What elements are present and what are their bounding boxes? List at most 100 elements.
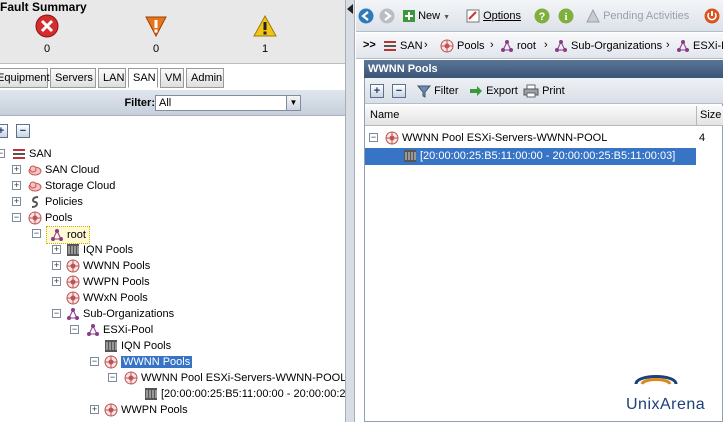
column-divider[interactable] [696,106,697,126]
filter-button[interactable]: Filter [416,83,459,99]
tab-admin[interactable]: Admin [186,68,224,88]
collapse-toggle-icon[interactable]: − [90,357,99,366]
print-button[interactable]: Print [523,83,565,99]
org-icon [677,40,689,52]
exit-button[interactable] [704,8,720,24]
block-icon [404,150,416,163]
panel-toolbar: + − Filter Export Print [365,78,723,104]
san-icon [384,41,396,51]
san-icon [13,149,25,160]
expand-toggle-icon[interactable]: + [12,197,21,206]
filter-label: Filter: [124,97,155,109]
breadcrumb-item-root[interactable]: root [500,39,536,53]
watermark-text: UnixArena [626,396,706,413]
breadcrumb-separator: › [666,39,670,51]
expand-toggle-icon[interactable]: + [12,181,21,190]
cloud-icon [28,181,42,192]
pane-splitter[interactable] [345,0,355,422]
expand-all-button[interactable]: + [370,84,384,98]
collapse-toggle-icon[interactable]: − [32,229,41,238]
collapse-toggle-icon[interactable]: − [52,309,61,318]
breadcrumb-label: Sub-Organizations [571,39,663,52]
expand-toggle-icon[interactable]: + [52,277,61,286]
svg-text:i: i [564,11,567,23]
collapse-toggle-icon[interactable]: − [12,213,21,222]
breadcrumb-item-san[interactable]: SAN [383,39,423,53]
collapse-all-button[interactable]: − [392,84,406,98]
table-row-selected[interactable]: [20:00:00:25:B5:11:00:00 - 20:00:00:25:B… [365,148,696,165]
column-header-size[interactable]: Size [700,109,721,121]
help-button[interactable]: ? [534,8,550,24]
export-icon [470,86,482,97]
collapse-left-arrow-icon[interactable] [347,4,353,14]
org-icon [67,308,79,321]
breadcrumb-item-esxi-pool[interactable]: ESXi-P [676,39,723,53]
content-pane: New ▼ Options ? i Pending Activities >> … [356,0,723,422]
tree-item-label: ESXi-Pool [103,324,154,336]
svg-text:?: ? [539,11,546,23]
tree-item-label: Storage Cloud [45,180,116,192]
expand-all-button[interactable]: + [0,124,8,138]
tab-lan[interactable]: LAN [98,68,126,88]
minor-fault-count: 1 [261,43,269,55]
warning-icon [586,8,600,23]
panel-title: WWNN Pools [364,60,723,78]
fault-major[interactable]: 0 [141,14,171,55]
expand-toggle-icon[interactable]: + [52,245,61,254]
column-header-name[interactable]: Name [370,109,399,121]
table-row[interactable]: − WWNN Pool ESXi-Servers-WWNN-POOL 4 [365,130,723,147]
collapse-toggle-icon[interactable]: − [0,149,5,158]
navigation-pane: Fault Summary 0 0 1 Equipment Servers LA… [0,0,345,422]
dropdown-arrow-icon: ▼ [443,14,451,21]
printer-icon [523,84,539,98]
tab-san[interactable]: SAN [128,68,158,88]
chevron-down-icon[interactable]: ▼ [286,96,300,110]
options-button-label: Options [483,10,521,22]
tree-item-label: Pools [45,212,73,224]
fault-critical[interactable]: 0 [32,14,62,55]
main-toolbar: New ▼ Options ? i Pending Activities [356,0,723,32]
policies-icon [31,196,39,209]
print-button-label: Print [542,85,565,97]
filter-select[interactable]: All ▼ [155,95,301,111]
back-button[interactable] [358,8,374,24]
fault-minor[interactable]: 1 [250,14,280,55]
expand-toggle-icon[interactable]: + [52,261,61,270]
options-icon [466,9,480,23]
pool-icon [66,291,80,305]
tree-item-label: IQN Pools [83,244,134,256]
tab-equipment[interactable]: Equipment [0,68,50,88]
exit-icon [704,8,720,24]
iqn-pool-icon [67,244,79,257]
collapse-all-button[interactable]: − [16,124,30,138]
forward-button[interactable] [379,8,395,24]
row-name: [20:00:00:25:B5:11:00:00 - 20:00:00:25:B… [420,150,676,162]
collapse-toggle-icon[interactable]: − [108,373,117,382]
new-button[interactable]: New ▼ [403,8,450,24]
info-button[interactable]: i [558,8,574,24]
fault-summary-panel: Fault Summary 0 0 1 [0,0,345,64]
collapse-toggle-icon[interactable]: − [70,325,79,334]
pending-activities-button[interactable]: Pending Activities [586,8,689,24]
pool-icon [66,259,80,273]
forward-arrow-icon [379,8,395,24]
filter-button-label: Filter [434,85,459,97]
new-button-label: New [418,10,441,22]
breadcrumb-separator: › [424,39,428,51]
expand-toggle-icon[interactable]: + [90,405,99,414]
export-button[interactable]: Export [469,83,518,99]
tree-item-label: WWPN Pools [83,276,150,288]
iqn-pool-icon [105,340,117,353]
breadcrumb-item-sub-organizations[interactable]: Sub-Organizations [554,39,662,53]
breadcrumb-prefix: >> [363,39,376,51]
options-button[interactable]: Options [466,8,521,24]
expand-toggle-icon[interactable]: + [12,165,21,174]
tab-servers[interactable]: Servers [50,68,96,88]
breadcrumb-item-pools[interactable]: Pools [440,39,485,53]
watermark-logo: UnixArena [596,370,716,416]
breadcrumb-label: Pools [457,39,485,52]
pool-icon [124,371,138,385]
collapse-toggle-icon[interactable]: − [369,133,378,142]
pool-icon [66,275,80,289]
tab-vm[interactable]: VM [160,68,184,88]
